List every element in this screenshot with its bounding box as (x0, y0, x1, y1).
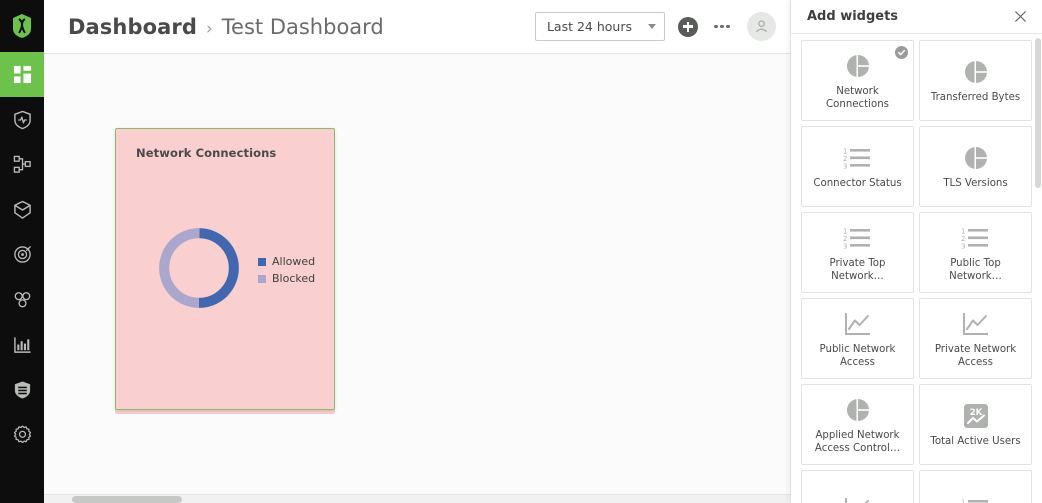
bar-chart-icon (13, 336, 31, 353)
pie-chart-icon (844, 51, 872, 81)
close-panel-button[interactable] (1010, 7, 1030, 27)
panel-title: Add widgets (807, 9, 899, 24)
widget-title: Network Connections (136, 146, 277, 160)
topology-icon (13, 155, 31, 173)
numbered-list-icon: 123 (843, 223, 873, 253)
pie-chart-icon (844, 395, 872, 425)
app-root: Dashboard › Test Dashboard Last 24 hours (0, 0, 1042, 503)
widget-card-grid: Network Connections Transferred Bytes 1 2 3 C… (791, 34, 1042, 503)
sidebar-item-settings[interactable] (0, 412, 44, 457)
time-range-picker[interactable]: Last 24 hours (534, 12, 665, 41)
pie-chart-icon (962, 57, 990, 87)
svg-text:2K: 2K (969, 408, 982, 418)
numbered-list-icon: 123 (843, 143, 873, 173)
legend-swatch-allowed (258, 257, 266, 266)
widget-card[interactable]: Transferred Bytes (919, 40, 1032, 121)
avatar[interactable] (747, 12, 776, 41)
chart-legend: Allowed Blocked (258, 255, 315, 285)
plus-circle-icon (678, 16, 698, 37)
top-bar: Dashboard › Test Dashboard Last 24 hours (44, 0, 790, 54)
legend-label-blocked: Blocked (272, 272, 316, 285)
sidebar (0, 0, 44, 503)
add-widget-button[interactable] (677, 16, 699, 38)
scrollbar-thumb[interactable] (72, 496, 182, 503)
sidebar-item-network-topology[interactable] (0, 142, 44, 187)
panel-scrollbar[interactable] (1035, 34, 1041, 503)
widget-card[interactable]: Applied Network Access Control… (801, 384, 914, 465)
panel-header: Add widgets (791, 0, 1042, 34)
close-icon (1014, 10, 1026, 23)
widget-card[interactable]: 123 (919, 470, 1032, 503)
donut-graphic (153, 222, 245, 318)
sidebar-item-analytics[interactable] (0, 322, 44, 367)
widget-card[interactable]: 1 2 3 Connector Status (801, 126, 914, 207)
widget-network-connections[interactable]: Network Connections Allowed Blocked (115, 128, 335, 410)
widget-card-label: Private Network Access (934, 343, 1017, 368)
shield-pulse-icon (13, 110, 31, 129)
widget-card-label: Applied Network Access Control… (814, 429, 901, 454)
user-avatar-icon (756, 20, 767, 33)
sidebar-item-policies[interactable] (0, 367, 44, 412)
pie-chart-icon (962, 143, 990, 173)
widget-card-label: Transferred Bytes (930, 92, 1021, 103)
breadcrumb-separator-icon: › (205, 18, 213, 39)
legend-item[interactable]: Allowed (258, 255, 315, 268)
metric-2k-icon: 2K (962, 401, 990, 431)
sidebar-item-dashboard[interactable] (0, 52, 44, 97)
legend-label-allowed: Allowed (272, 255, 316, 268)
molecule-icon (14, 292, 30, 308)
widget-card[interactable]: 1 2 3 Private Top Network… (801, 212, 914, 293)
widget-card-label: Public Network Access (819, 343, 896, 368)
panel-scrollbar-thumb[interactable] (1035, 38, 1041, 188)
legend-swatch-blocked (258, 274, 266, 283)
shield-list-icon (14, 380, 30, 399)
widget-card-label: Total Active Users (930, 436, 1021, 447)
widget-card-label: TLS Versions (943, 178, 1008, 189)
breadcrumb: Dashboard › Test Dashboard (68, 15, 535, 39)
more-options-button[interactable] (711, 16, 733, 38)
sidebar-item-radar[interactable] (0, 232, 44, 277)
horizontal-scrollbar[interactable] (44, 494, 790, 503)
svg-text:3: 3 (843, 242, 847, 250)
widget-card[interactable] (801, 470, 914, 503)
svg-text:1: 1 (961, 498, 965, 503)
widget-card[interactable]: 2K Total Active Users (919, 384, 1032, 465)
main-area: Dashboard › Test Dashboard Last 24 hours (44, 0, 790, 503)
gear-icon (13, 425, 31, 444)
dashboard-icon (13, 65, 31, 84)
breadcrumb-root[interactable]: Dashboard (68, 15, 197, 39)
line-chart-icon (962, 309, 990, 339)
widget-card[interactable]: 1 2 3 Public Top Network… (919, 212, 1032, 293)
widget-card[interactable]: Network Connections (801, 40, 914, 121)
line-chart-icon (844, 494, 872, 503)
time-range-value: Last 24 hours (546, 19, 632, 34)
chevron-down-icon (648, 24, 656, 29)
add-widgets-panel: Add widgets Network Connections Transferr… (790, 0, 1042, 503)
widget-card[interactable]: Public Network Access (801, 298, 914, 379)
legend-item[interactable]: Blocked (258, 272, 315, 285)
widget-card-label: Public Top Network… (949, 257, 1002, 282)
brand-logo[interactable] (0, 0, 44, 52)
box-icon (13, 200, 31, 219)
numbered-list-icon: 123 (961, 494, 991, 503)
target-icon (13, 245, 31, 263)
dashboard-canvas[interactable]: Network Connections Allowed Blocked (44, 54, 790, 503)
widget-card-label: Private Top Network… (829, 257, 886, 282)
top-bar-actions: Last 24 hours (534, 12, 776, 41)
svg-text:3: 3 (961, 242, 965, 250)
sidebar-item-clusters[interactable] (0, 277, 44, 322)
numbered-list-icon: 123 (961, 223, 991, 253)
sidebar-item-assets[interactable] (0, 187, 44, 232)
selected-check-icon (895, 46, 908, 59)
ellipsis-icon (714, 24, 730, 29)
widget-card[interactable]: TLS Versions (919, 126, 1032, 207)
widget-card-label: Connector Status (813, 178, 902, 189)
sidebar-item-threat-shield[interactable] (0, 97, 44, 142)
svg-text:3: 3 (843, 163, 847, 171)
donut-chart: Allowed Blocked (116, 170, 334, 370)
widget-card-label: Network Connections (826, 85, 889, 110)
line-chart-icon (844, 309, 872, 339)
widget-card[interactable]: Private Network Access (919, 298, 1032, 379)
page-title: Test Dashboard (221, 14, 384, 39)
